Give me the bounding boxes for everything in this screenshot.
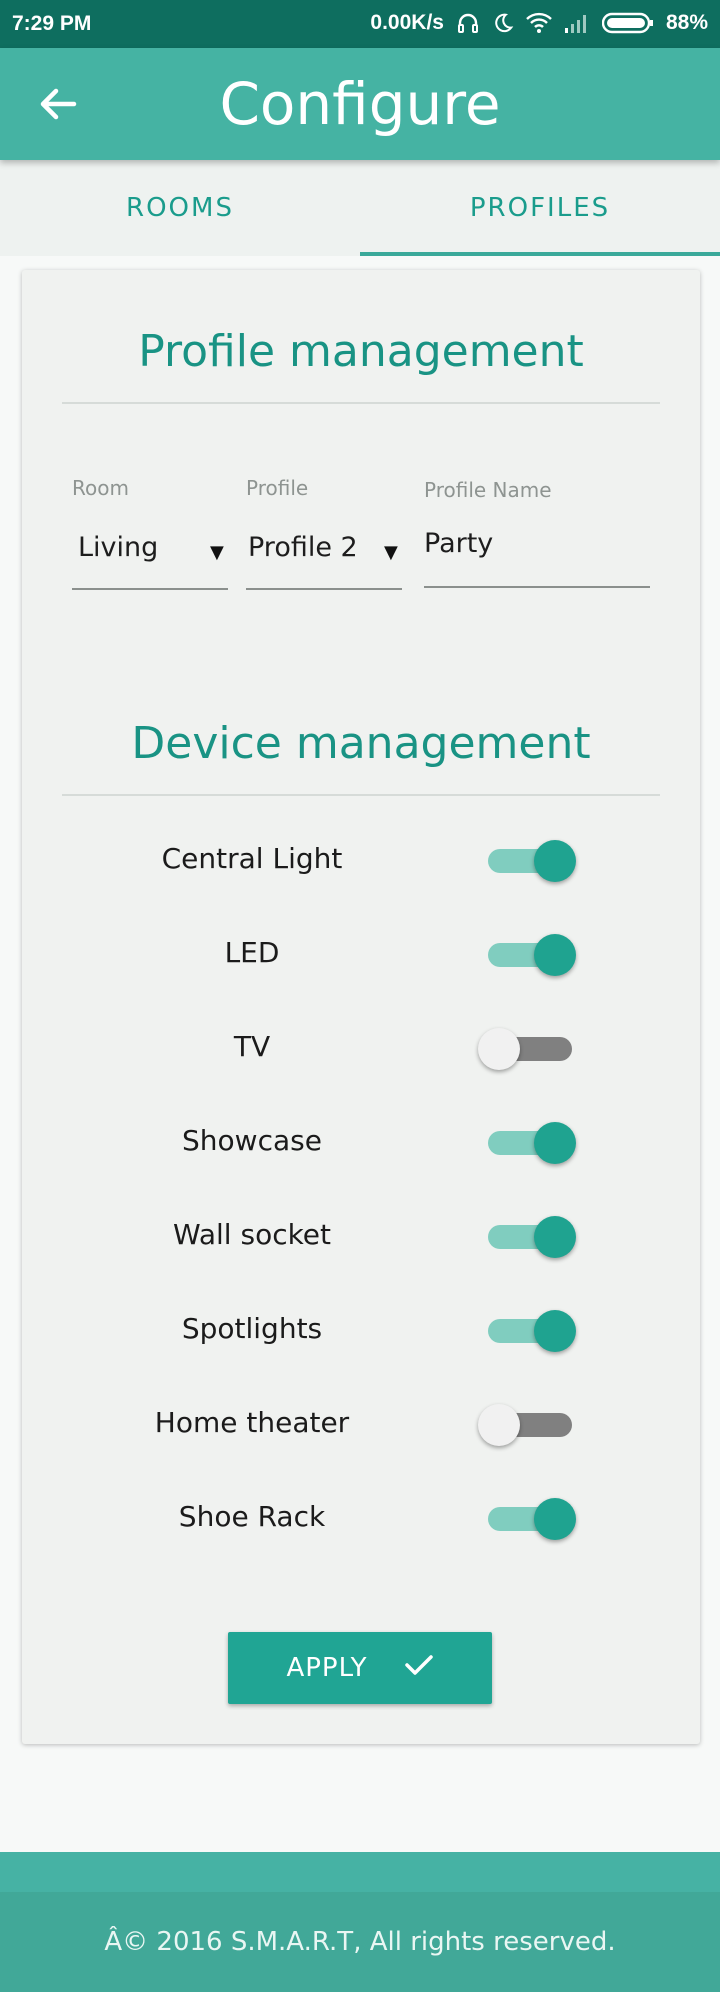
profile-value: Profile 2 — [248, 532, 358, 563]
device-name: Shoe Rack — [178, 1500, 326, 1533]
profile-name-value: Party — [424, 528, 494, 559]
profile-underline — [246, 588, 402, 590]
status-bar: 7:29 PM 0.00K/s 88% — [0, 0, 720, 48]
app-bar: Configure — [0, 48, 720, 160]
toggle-thumb — [478, 1404, 520, 1446]
device-toggle[interactable] — [474, 1494, 576, 1542]
device-toggle[interactable] — [474, 1400, 572, 1448]
room-value: Living — [78, 532, 159, 563]
device-toggle[interactable] — [474, 1024, 572, 1072]
device-row: Shoe Rack — [22, 1488, 700, 1548]
tab-bar: ROOMS PROFILES — [0, 160, 720, 256]
toggle-thumb — [534, 1498, 576, 1540]
apply-button[interactable]: APPLY — [228, 1632, 492, 1704]
device-row: Spotlights — [22, 1300, 700, 1360]
device-row: Central Light — [22, 830, 700, 890]
device-name: LED — [224, 936, 280, 969]
device-name: Wall socket — [172, 1218, 332, 1251]
profile-name-underline — [424, 586, 650, 588]
toggle-thumb — [534, 1310, 576, 1352]
chevron-down-icon: ▼ — [384, 542, 398, 563]
footer-band — [0, 1852, 720, 1892]
toggle-thumb — [534, 934, 576, 976]
device-row: Showcase — [22, 1112, 700, 1172]
chevron-down-icon: ▼ — [210, 542, 224, 563]
profile-label: Profile — [246, 476, 309, 500]
device-name: Spotlights — [181, 1312, 323, 1345]
check-icon — [404, 1653, 434, 1684]
toggle-thumb — [534, 1122, 576, 1164]
device-row: TV — [22, 1018, 700, 1078]
device-toggle[interactable] — [474, 836, 576, 884]
status-time: 7:29 PM — [12, 12, 92, 35]
tab-profiles[interactable]: PROFILES — [360, 160, 720, 256]
config-card: Profile management Room Living ▼ Profile… — [22, 270, 700, 1744]
toggle-thumb — [478, 1028, 520, 1070]
device-row: Wall socket — [22, 1206, 700, 1266]
device-toggle[interactable] — [474, 1118, 576, 1166]
device-name: Home theater — [154, 1406, 350, 1439]
wifi-icon — [526, 12, 552, 34]
device-toggle[interactable] — [474, 1306, 576, 1354]
device-toggle[interactable] — [474, 930, 576, 978]
battery-percent: 88% — [665, 11, 708, 34]
device-row: Home theater — [22, 1394, 700, 1454]
footer: Â© 2016 S.M.A.R.T, All rights reserved. — [0, 1892, 720, 1992]
battery-icon — [601, 12, 654, 34]
device-toggle[interactable] — [474, 1212, 576, 1260]
copyright-text: Â© 2016 S.M.A.R.T, All rights reserved. — [104, 1927, 616, 1957]
divider — [62, 794, 660, 796]
divider — [62, 402, 660, 404]
headphones-icon — [456, 11, 480, 35]
profile-management-title: Profile management — [138, 326, 584, 377]
signal-icon — [564, 12, 590, 34]
room-underline — [72, 588, 228, 590]
profile-name-label: Profile Name — [424, 478, 552, 502]
page-title: Configure — [219, 70, 501, 138]
tab-rooms[interactable]: ROOMS — [0, 160, 360, 256]
device-name: Showcase — [182, 1124, 322, 1157]
moon-icon — [492, 12, 514, 34]
device-management-title: Device management — [131, 718, 591, 769]
tab-indicator — [360, 252, 720, 256]
toggle-thumb — [534, 1216, 576, 1258]
device-name: TV — [233, 1030, 271, 1063]
apply-label: APPLY — [286, 1653, 368, 1683]
network-speed: 0.00K/s — [370, 11, 444, 34]
room-label: Room — [72, 476, 129, 500]
device-row: LED — [22, 924, 700, 984]
toggle-thumb — [534, 840, 576, 882]
device-name: Central Light — [161, 842, 343, 875]
